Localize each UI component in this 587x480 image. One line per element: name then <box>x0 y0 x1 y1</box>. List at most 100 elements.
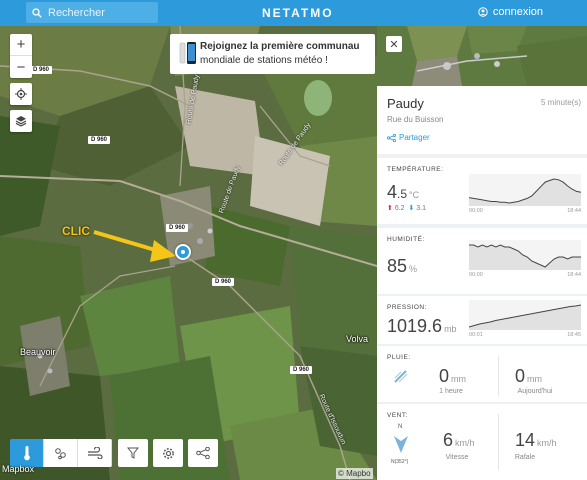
humidity-number: 85 <box>387 256 408 276</box>
map-attribution[interactable]: © Mapbo <box>336 468 373 479</box>
temperature-value: 4.5 °C <box>387 182 419 203</box>
rain-hour-unit: mm <box>451 374 467 384</box>
humidity-value: 85% <box>387 256 417 277</box>
temperature-max: 6.2 <box>394 205 405 212</box>
wind-gust-number: 14 <box>515 430 536 450</box>
temperature-minmax: ⬆ 6.2 ⬇ 3.1 <box>387 204 426 212</box>
humidity-time-axis: 00:00 18:44 <box>469 272 581 278</box>
map-view[interactable]: + − Rejoignez la première communau mondi… <box>0 26 377 480</box>
place-label: Beauvoir <box>20 347 56 357</box>
humidity-sparkline <box>469 240 581 270</box>
share-icon <box>196 447 210 459</box>
road-label: D 960 <box>290 366 313 374</box>
rain-day-number: 0 <box>515 366 526 386</box>
humidity-title: HUMIDITÉ: <box>387 236 425 243</box>
settings-button[interactable] <box>153 439 183 467</box>
tab-wind[interactable] <box>78 439 112 467</box>
filter-button[interactable] <box>118 439 148 467</box>
pressure-value: 1019.6 mb <box>387 316 457 337</box>
tab-temperature[interactable] <box>10 439 44 467</box>
humidity-card[interactable]: HUMIDITÉ: 85% 00:00 18:44 <box>377 228 587 294</box>
zoom-in-button[interactable]: + <box>10 34 32 56</box>
pressure-sparkline <box>469 300 581 330</box>
filter-icon <box>127 447 139 459</box>
clic-annotation: CLIC <box>62 224 90 238</box>
pressure-unit: mb <box>444 324 457 334</box>
wind-speed-number: 6 <box>443 430 454 450</box>
layers-button[interactable] <box>10 110 32 132</box>
temperature-int: 4 <box>387 182 398 202</box>
layers-icon <box>15 116 27 127</box>
top-bar: Rechercher NETATMO connexion <box>0 0 587 26</box>
divider <box>498 414 499 470</box>
arrow-down-icon: ⬇ <box>408 205 415 212</box>
arrow-annotation-icon <box>93 230 176 262</box>
arrow-up-icon: ⬆ <box>387 205 393 212</box>
wind-icon <box>87 447 103 459</box>
rain-title: PLUIE: <box>387 354 411 361</box>
login-label: connexion <box>492 6 543 18</box>
time-start: 00:00 <box>469 208 483 214</box>
promo-text-bold: Rejoignez la première communau <box>200 41 360 52</box>
rain-day-unit: mm <box>527 374 543 384</box>
station-marker[interactable] <box>175 244 191 260</box>
temperature-dec: .5 <box>397 187 408 201</box>
north-label: N <box>398 424 403 430</box>
zoom-controls: + − <box>10 34 32 78</box>
temperature-sparkline <box>469 174 581 206</box>
wind-direction: N(352°) <box>391 459 409 465</box>
time-start: 00:00 <box>469 272 483 278</box>
close-panel-button[interactable]: ✕ <box>386 36 402 52</box>
promo-banner[interactable]: Rejoignez la première communau mondiale … <box>170 34 375 74</box>
share-icon <box>387 133 396 142</box>
wind-gust-label: Rafale <box>514 454 536 461</box>
station-aerial-photo: ✕ <box>377 26 587 86</box>
share-link[interactable]: Partager <box>387 133 430 142</box>
locate-button[interactable] <box>10 83 32 105</box>
temperature-min: 3.1 <box>416 205 427 212</box>
zoom-out-button[interactable]: − <box>10 56 32 78</box>
temperature-unit: °C <box>409 190 420 200</box>
user-icon <box>478 7 488 17</box>
station-panel: ✕ Paudy 5 minute(s) Rue du Buisson Parta… <box>377 26 587 480</box>
last-update: 5 minute(s) <box>540 98 581 107</box>
road-label: D 960 <box>88 136 111 144</box>
wind-title: VENT: <box>387 412 408 419</box>
share-map-button[interactable] <box>188 439 218 467</box>
road-label: D 960 <box>212 278 235 286</box>
promo-text-rest: mondiale de stations météo ! <box>200 55 328 66</box>
tab-rain[interactable] <box>44 439 78 467</box>
wind-gust-value: 14 km/h <box>515 430 557 451</box>
rain-hour-value: 0 mm <box>439 366 466 387</box>
promo-text: Rejoignez la première communau mondiale … <box>200 40 360 68</box>
station-device-icon <box>179 42 196 64</box>
station-street: Rue du Buisson <box>387 115 444 124</box>
time-start: 00:01 <box>469 332 483 338</box>
measure-tabs <box>10 439 112 467</box>
temperature-card[interactable]: TEMPÉRATURE: 4.5 °C ⬆ 6.2 ⬇ 3.1 00:00 18:… <box>377 158 587 224</box>
aerial-thumbnail <box>377 26 587 86</box>
pressure-card[interactable]: PRESSION: 1019.6 mb 00:01 18:45 <box>377 296 587 344</box>
search-icon <box>32 7 42 18</box>
station-header: Paudy 5 minute(s) Rue du Buisson Partage… <box>377 86 587 154</box>
rain-card[interactable]: PLUIE: 0 mm 1 heure 0 mm Aujourd'hui <box>377 346 587 402</box>
road-label: D 960 <box>30 66 53 74</box>
humidity-unit: % <box>409 264 418 274</box>
temperature-time-axis: 00:00 18:44 <box>469 208 581 214</box>
rain-drops-icon <box>54 448 66 460</box>
rain-hour-label: 1 heure <box>439 388 463 395</box>
app-logo[interactable]: NETATMO <box>262 6 334 20</box>
mapbox-logo: Mapbox <box>2 464 35 474</box>
share-label: Partager <box>399 133 430 142</box>
rain-hour-number: 0 <box>439 366 450 386</box>
wind-card[interactable]: VENT: N N(352°) 6 km/h Vitesse 14 km/h Raf… <box>377 404 587 480</box>
pressure-time-axis: 00:01 18:45 <box>469 332 581 338</box>
wind-direction-arrow-icon <box>394 436 408 453</box>
locate-icon <box>15 88 27 100</box>
rain-day-value: 0 mm <box>515 366 542 387</box>
rain-day-label: Aujourd'hui <box>517 388 553 395</box>
wind-speed-value: 6 km/h <box>443 430 475 451</box>
pressure-number: 1019.6 <box>387 316 443 336</box>
search-input[interactable]: Rechercher <box>26 2 158 23</box>
login-link[interactable]: connexion <box>478 6 543 18</box>
